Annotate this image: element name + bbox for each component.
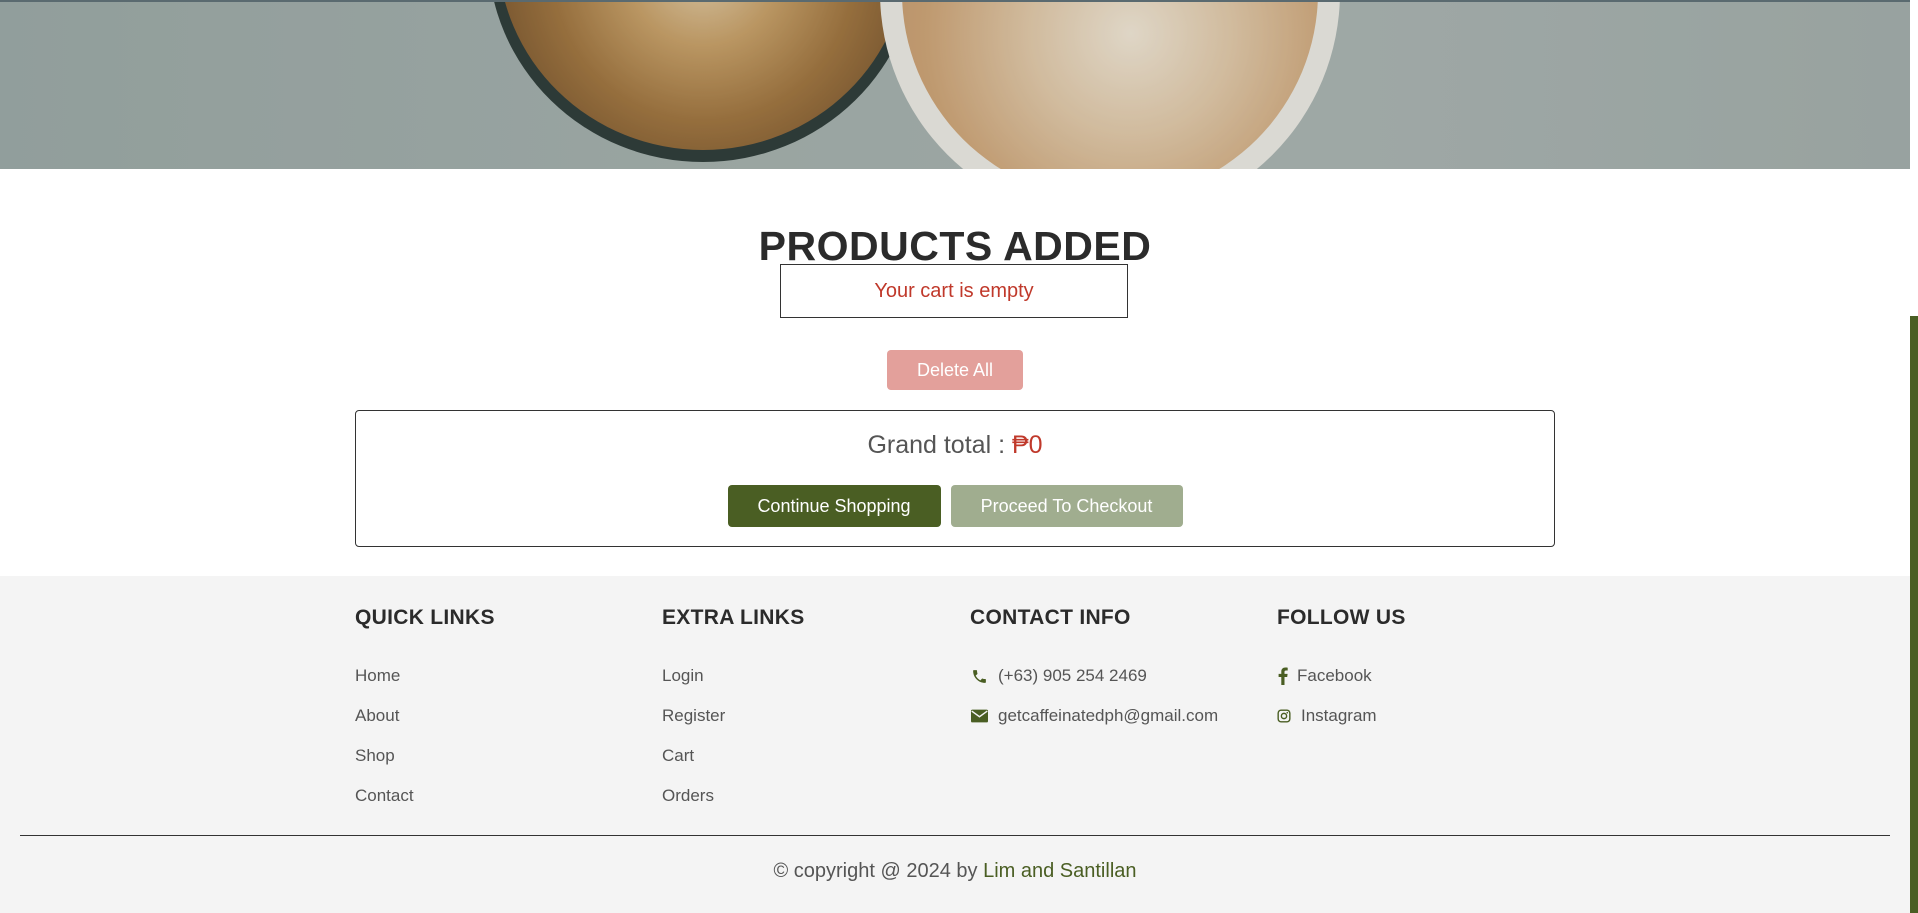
- instagram-icon: [1277, 707, 1291, 725]
- delete-all-button[interactable]: Delete All: [887, 350, 1023, 390]
- footer-link-register[interactable]: Register: [662, 696, 805, 736]
- phone-icon: [970, 667, 988, 685]
- extra-links-section: EXTRA LINKS Login Register Cart Orders: [662, 606, 805, 816]
- facebook-icon: [1277, 667, 1289, 685]
- grand-total-panel: Grand total : ₱0 Continue Shopping Proce…: [355, 410, 1555, 547]
- instagram-label: Instagram: [1301, 706, 1377, 725]
- proceed-to-checkout-button[interactable]: Proceed To Checkout: [950, 485, 1183, 527]
- empty-cart-text: Your cart is empty: [874, 279, 1034, 302]
- envelope-icon: [970, 707, 988, 725]
- contact-email-text: getcaffeinatedph@gmail.com: [998, 706, 1219, 725]
- grand-total: Grand total : ₱0: [356, 431, 1554, 460]
- scrollbar[interactable]: [1910, 316, 1918, 913]
- extra-links-heading: EXTRA LINKS: [662, 606, 805, 629]
- grand-total-label: Grand total :: [867, 431, 1006, 459]
- footer-link-shop[interactable]: Shop: [355, 736, 495, 776]
- footer-divider: [20, 835, 1890, 836]
- quick-links-heading: QUICK LINKS: [355, 606, 495, 629]
- facebook-link[interactable]: Facebook: [1277, 656, 1406, 696]
- contact-email[interactable]: getcaffeinatedph@gmail.com: [970, 696, 1218, 736]
- footer-link-login[interactable]: Login: [662, 656, 805, 696]
- grand-total-value: ₱0: [1011, 431, 1043, 459]
- follow-us-heading: FOLLOW US: [1277, 606, 1406, 629]
- contact-info-heading: CONTACT INFO: [970, 606, 1131, 629]
- footer-link-contact[interactable]: Contact: [355, 776, 495, 816]
- copyright-text: © copyright @ 2024 by: [773, 860, 978, 882]
- copyright-names: Lim and Santillan: [983, 860, 1137, 882]
- instagram-link[interactable]: Instagram: [1277, 696, 1406, 736]
- footer-link-about[interactable]: About: [355, 696, 495, 736]
- footer: QUICK LINKS Home About Shop Contact EXTR…: [0, 576, 1910, 913]
- contact-phone[interactable]: (+63) 905 254 2469: [970, 656, 1218, 696]
- quick-links-section: QUICK LINKS Home About Shop Contact: [355, 606, 495, 816]
- footer-link-home[interactable]: Home: [355, 656, 495, 696]
- contact-phone-text: (+63) 905 254 2469: [998, 666, 1147, 685]
- copyright: © copyright @ 2024 by Lim and Santillan: [0, 860, 1910, 883]
- footer-link-cart[interactable]: Cart: [662, 736, 805, 776]
- facebook-label: Facebook: [1297, 666, 1372, 685]
- contact-info-section: CONTACT INFO (+63) 905 254 2469 getcaffe…: [970, 606, 1218, 736]
- continue-shopping-button[interactable]: Continue Shopping: [727, 485, 941, 527]
- footer-link-orders[interactable]: Orders: [662, 776, 805, 816]
- follow-us-section: FOLLOW US Facebook Instagram: [1277, 606, 1406, 736]
- hero-banner: [0, 0, 1910, 169]
- empty-cart-message: Your cart is empty: [780, 264, 1128, 318]
